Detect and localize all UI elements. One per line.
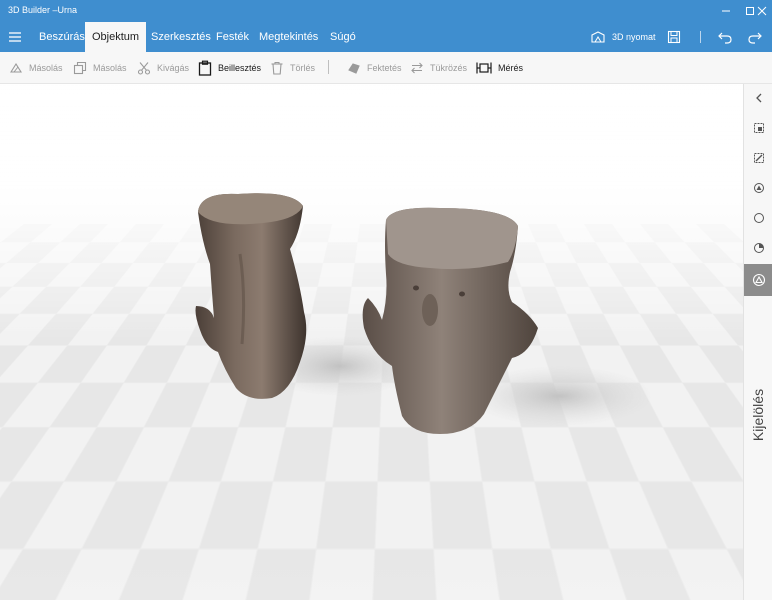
undo-icon [718,32,732,44]
scissors-icon [137,62,151,75]
3d-viewport[interactable] [0,84,743,600]
print-3d-label: 3D nyomat [612,32,656,42]
trash-icon [271,62,283,75]
copy-object-label: Másolás [29,63,63,73]
mirror-label: Tükrözés [430,63,468,73]
printer-icon [591,31,605,43]
duplicate-label: Másolás [93,63,127,73]
close-icon [757,6,767,16]
duplicate-button[interactable]: Másolás [73,52,127,84]
lay-flat-icon [348,63,360,74]
measure-button[interactable]: Mérés [476,52,523,84]
cut-label: Kivágás [157,63,190,73]
minimize-icon [722,10,730,12]
edge-select-icon [754,153,764,163]
select-sphere-button[interactable] [749,208,769,228]
title-bar: 3D Builder –Urna [0,0,772,22]
close-button[interactable] [752,0,772,22]
print-3d-button[interactable]: 3D nyomat [590,29,656,45]
delete-button[interactable]: Törlés [270,52,315,84]
tab-sugo[interactable]: Súgó [323,22,363,52]
vertex-select-icon [754,123,764,133]
selection-label-text: Kijelölés [750,388,766,442]
window-title: 3D Builder –Urna [8,5,78,15]
sphere-icon [754,213,764,223]
tab-beszuras[interactable]: Beszúrás [32,22,92,52]
hamburger-icon [9,32,21,42]
command-toolbar: Másolás Másolás Kivágás Beillesztés Törl… [0,52,772,84]
redo-icon [748,32,762,44]
selection-panel-label: Kijelölés [747,380,769,450]
select-objects-button[interactable] [744,264,772,296]
toolbar-separator [328,60,329,74]
urn-figure-left[interactable] [195,193,307,399]
measure-icon [476,62,492,74]
save-button[interactable] [665,28,683,46]
select-segments-button[interactable] [749,238,769,258]
cut-button[interactable]: Kivágás [137,52,189,84]
tab-megtekintes[interactable]: Megtekintés [252,22,325,52]
redo-button[interactable] [746,28,764,46]
copy-object-button[interactable]: Másolás [9,52,63,84]
paste-button[interactable]: Beillesztés [198,52,261,84]
segment-select-icon [754,243,764,253]
ribbon-tabs: Beszúrás Objektum Szerkesztés Festék Meg… [0,22,772,52]
minimize-button[interactable] [712,0,740,22]
mirror-icon [411,62,423,74]
toolbar-divider [700,31,701,43]
scene-objects [195,193,652,434]
tab-festek[interactable]: Festék [209,22,256,52]
select-edges-button[interactable] [749,148,769,168]
paste-label: Beillesztés [218,63,262,73]
measure-label: Mérés [498,63,524,73]
undo-button[interactable] [716,28,734,46]
clipboard-icon [198,60,212,76]
selection-side-panel: Kijelölés [743,84,772,600]
save-icon [667,30,681,44]
delete-label: Törlés [290,63,316,73]
select-vertices-button[interactable] [749,118,769,138]
chevron-left-icon [756,93,762,103]
lay-flat-label: Fektetés [367,63,402,73]
menu-button[interactable] [6,29,24,45]
select-objects-icon [752,273,765,287]
copy-icon [73,61,87,75]
tab-objektum[interactable]: Objektum [85,22,147,52]
face-select-icon [754,183,764,193]
collapse-panel-button[interactable] [749,88,769,108]
triangle-copy-icon [10,62,22,73]
select-faces-button[interactable] [749,178,769,198]
lay-flat-button[interactable]: Fektetés [347,52,402,84]
mirror-button[interactable]: Tükrözés [410,52,467,84]
tab-szerkesztes[interactable]: Szerkesztés [144,22,218,52]
